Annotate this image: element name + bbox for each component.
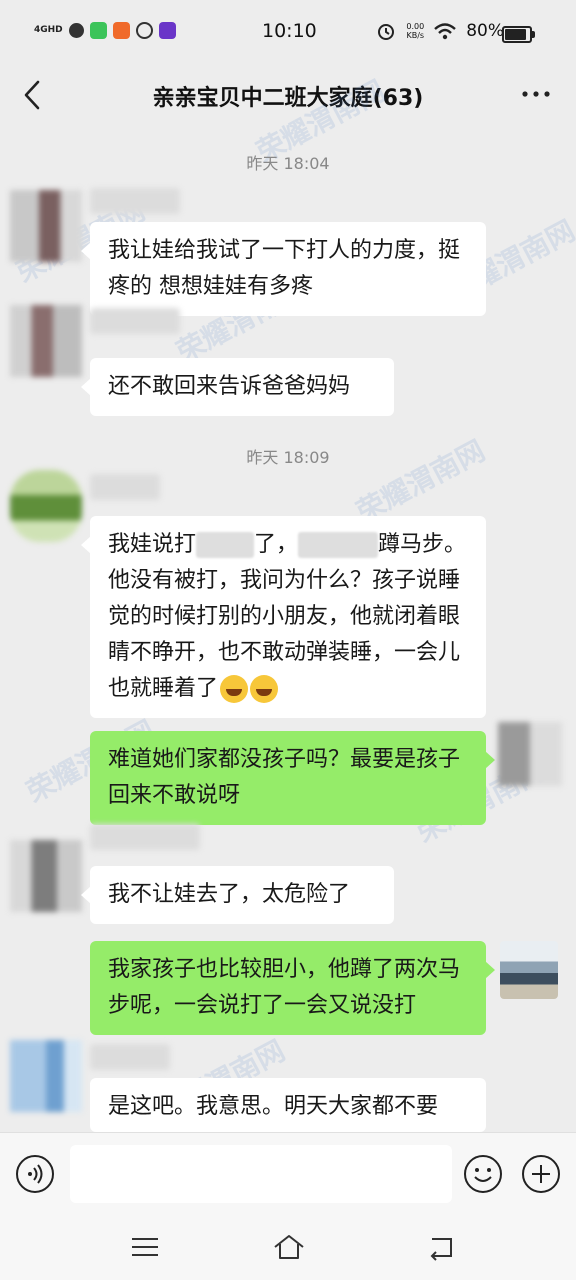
- app-notification-icon: [89, 22, 107, 39]
- return-icon[interactable]: [424, 1230, 458, 1264]
- alarm-icon: [378, 24, 395, 40]
- home-icon[interactable]: [272, 1230, 306, 1264]
- sender-avatar[interactable]: [10, 470, 82, 542]
- chat-message[interactable]: 是这吧。我意思。明天大家都不要: [90, 1078, 486, 1132]
- emoji-icon[interactable]: [463, 1154, 503, 1194]
- crying-laughing-emoji-icon: [220, 675, 249, 703]
- chat-message[interactable]: 难道她们家都没孩子吗？最要是孩子回来不敢说呀: [90, 731, 495, 825]
- battery-icon: [502, 26, 535, 43]
- sender-avatar[interactable]: [10, 305, 82, 377]
- message-text: 了，: [254, 532, 299, 557]
- redacted-text: [196, 532, 255, 558]
- app-notification-icon: [68, 23, 84, 38]
- network-indicator: 4GHD: [34, 25, 63, 35]
- chat-title: 亲亲宝贝中二班大家庭(63): [152, 86, 424, 111]
- net-speed-value: 0.00: [406, 22, 425, 31]
- chat-message[interactable]: 我让娃给我试了一下打人的力度，挺疼的 想想娃娃有多疼: [81, 222, 486, 316]
- sender-name: [90, 474, 160, 500]
- message-timestamp: 昨天 18:09: [246, 448, 330, 467]
- redacted-text: [298, 532, 379, 558]
- chat-message[interactable]: 我娃说打 了， 蹲马步。他没有被打，我问为什么？孩子说睡觉的时候打别的小朋友，他就闭…: [81, 516, 486, 718]
- message-input[interactable]: [70, 1145, 452, 1203]
- battery-percent: 80%: [466, 21, 504, 41]
- status-bar: 4GHD 10:10 0.00 KB/s 80%: [0, 0, 576, 62]
- system-nav-bar: [0, 1216, 576, 1280]
- message-text: 蹲马步。他没有被打，我问为什么？孩子说睡觉的时候打别的小朋友，他就闭着眼睛不睁开…: [108, 532, 467, 701]
- chat-message[interactable]: 还不敢回来告诉爸爸妈妈: [81, 358, 394, 416]
- message-text: 我娃说打: [108, 532, 197, 557]
- play-icon: [135, 22, 153, 39]
- app-notification-icon: [112, 22, 130, 39]
- menu-icon[interactable]: [128, 1230, 162, 1264]
- my-avatar[interactable]: [500, 941, 558, 999]
- sender-name: [90, 188, 180, 214]
- message-input-bar: [0, 1132, 576, 1217]
- net-speed-unit: KB/s: [406, 31, 425, 40]
- status-right-icons: 0.00 KB/s 80%: [376, 21, 504, 41]
- more-icon[interactable]: [518, 78, 554, 110]
- chat-message[interactable]: 我不让娃去了，太危险了: [81, 866, 394, 924]
- crying-laughing-emoji-icon: [250, 675, 279, 703]
- wifi-icon: [434, 22, 457, 39]
- status-left-icons: 4GHD: [34, 22, 176, 39]
- sender-avatar[interactable]: [10, 190, 82, 262]
- chat-message[interactable]: 我家孩子也比较胆小，他蹲了两次马步呢，一会说打了一会又说没打: [90, 941, 495, 1035]
- sender-name: [90, 1044, 170, 1070]
- sender-avatar[interactable]: [10, 1040, 82, 1112]
- my-avatar[interactable]: [498, 722, 562, 786]
- clock: 10:10: [262, 20, 317, 42]
- app-notification-icon: [158, 22, 176, 39]
- voice-icon[interactable]: [15, 1154, 55, 1194]
- message-timestamp: 昨天 18:04: [246, 154, 330, 173]
- sender-name: [90, 308, 180, 334]
- sender-name: [90, 824, 200, 850]
- plus-icon[interactable]: [521, 1154, 561, 1194]
- net-speed: 0.00 KB/s: [406, 22, 424, 40]
- sender-avatar[interactable]: [10, 840, 82, 912]
